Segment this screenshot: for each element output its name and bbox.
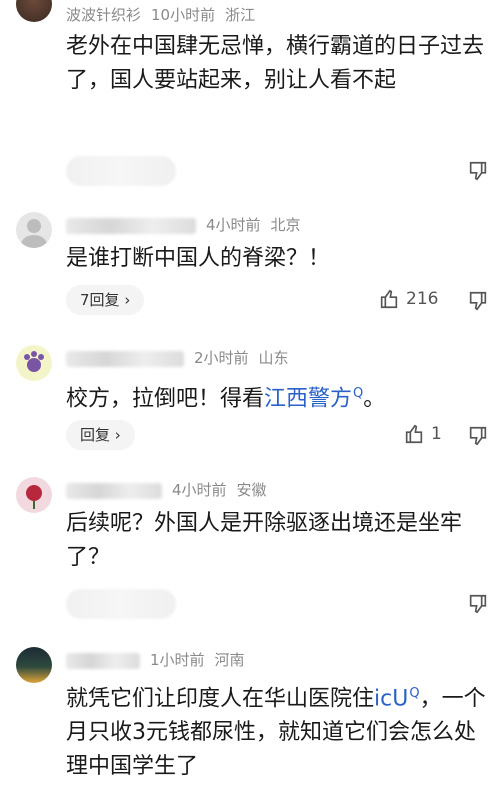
avatar[interactable] (16, 345, 52, 381)
comment-location: 山东 (258, 349, 289, 367)
comment-meta: 波波针织衫 10小时前 浙江 (66, 4, 265, 25)
comment-meta: 4小时前 安徽 (66, 479, 277, 500)
comment-meta: 1小时前 河南 (66, 649, 255, 670)
reply-button[interactable] (66, 589, 176, 619)
comment-text-after: 。 (363, 386, 386, 412)
reply-button[interactable] (66, 156, 176, 186)
comment-time: 2小时前 (194, 349, 249, 367)
username-blurred[interactable] (66, 482, 162, 499)
dislike-icon[interactable] (467, 425, 489, 447)
comment-location: 安徽 (236, 481, 267, 499)
avatar[interactable] (16, 212, 52, 248)
avatar[interactable] (16, 477, 52, 513)
search-icon[interactable]: Q (409, 686, 419, 701)
dislike-icon[interactable] (467, 290, 489, 312)
like-button[interactable]: 216 (378, 288, 438, 310)
avatar[interactable] (16, 647, 52, 683)
reply-button[interactable]: 回复 › (66, 420, 135, 450)
like-count: 1 (431, 424, 442, 444)
username-blurred[interactable] (66, 217, 196, 234)
comment-meta: 2小时前 山东 (66, 347, 299, 368)
thumbs-up-icon (378, 288, 400, 310)
chevron-right-icon: › (124, 291, 131, 309)
comment-text: 是谁打断中国人的脊梁？！ (66, 246, 331, 271)
comment-item: 1小时前 河南 就凭它们让印度人在华山医院住icUQ，一个月只收3元钱都尿性，就知… (0, 635, 501, 795)
chevron-right-icon: › (114, 426, 121, 444)
comment-item: 4小时前 安徽 后续呢？外国人是开除驱逐出境还是坐牢了？ (0, 465, 501, 635)
comment-text-before: 就凭它们让印度人在华山医院住 (66, 686, 375, 712)
comment-time: 4小时前 (206, 216, 261, 234)
reply-button[interactable]: 7回复 › (66, 285, 145, 315)
username-blurred[interactable] (66, 350, 184, 367)
dislike-icon[interactable] (467, 593, 489, 615)
username[interactable]: 波波针织衫 (66, 6, 141, 24)
comment-text: 就凭它们让印度人在华山医院住icUQ，一个月只收3元钱都尿性，就知道它们会怎么处… (66, 677, 486, 784)
search-link[interactable]: 江西警方 (264, 386, 352, 411)
like-count: 216 (406, 289, 439, 309)
reply-label: 7回复 (80, 291, 120, 309)
comment-location: 浙江 (225, 6, 256, 24)
comment-meta: 4小时前 北京 (66, 214, 311, 235)
like-button[interactable]: 1 (403, 423, 442, 445)
search-icon[interactable]: Q (353, 386, 363, 401)
avatar[interactable] (16, 0, 52, 22)
comment-time: 10小时前 (151, 6, 216, 24)
comment-location: 河南 (214, 651, 245, 669)
comment-text: 老外在中国肆无忌惮，横行霸道的日子过去了，国人要站起来，别让人看不起 (66, 34, 485, 93)
comment-item: 4小时前 北京 是谁打断中国人的脊梁？！ 7回复 › 216 (0, 200, 501, 335)
comment-text: 后续呢？外国人是开除驱逐出境还是坐牢了？ (66, 511, 463, 570)
comment-text-before: 校方，拉倒吧！得看 (66, 386, 265, 412)
comment-item: 2小时前 山东 校方，拉倒吧！得看江西警方Q。 回复 › 1 (0, 335, 501, 465)
comment-time: 1小时前 (150, 651, 205, 669)
comment-text: 校方，拉倒吧！得看江西警方Q。 (66, 377, 486, 416)
username-blurred[interactable] (66, 652, 140, 669)
comment-item: 波波针织衫 10小时前 浙江 老外在中国肆无忌惮，横行霸道的日子过去了，国人要站起来… (0, 0, 501, 200)
dislike-icon[interactable] (467, 160, 489, 182)
thumbs-up-icon (403, 423, 425, 445)
search-link[interactable]: icU (374, 686, 408, 711)
comment-location: 北京 (270, 216, 301, 234)
comment-time: 4小时前 (172, 481, 227, 499)
reply-label: 回复 (80, 426, 111, 444)
